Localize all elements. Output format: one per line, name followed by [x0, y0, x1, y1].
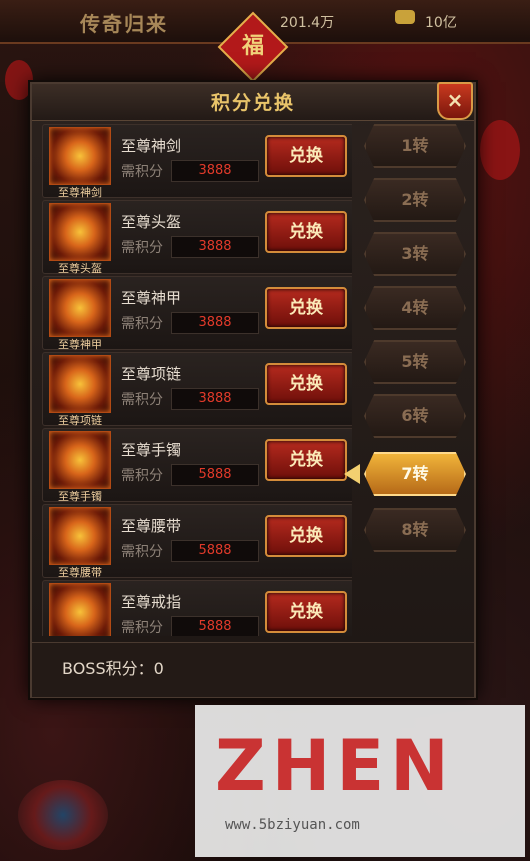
- selected-arrow-icon: [344, 464, 360, 484]
- lantern-decoration: [480, 120, 520, 180]
- item-icon-label: 至尊神甲: [58, 338, 102, 351]
- game-title: 传奇归来: [80, 12, 168, 36]
- tab-rebirth-7[interactable]: 7转: [364, 452, 466, 496]
- reward-list[interactable]: 至尊神剑 至尊神剑 需积分 3888 兑换 至尊头盔 至尊头盔 需积分 3888…: [42, 124, 352, 636]
- cost-value: 5888: [171, 464, 259, 486]
- cost-label: 需积分: [121, 240, 163, 256]
- cost-label: 需积分: [121, 316, 163, 332]
- tab-rebirth-1[interactable]: 1转: [364, 124, 466, 168]
- cost-value: 3888: [171, 160, 259, 182]
- fu-character: 福: [241, 34, 264, 59]
- reward-item: 至尊神剑 至尊神剑 需积分 3888 兑换: [42, 124, 352, 199]
- item-name: 至尊神剑: [121, 137, 182, 155]
- item-name: 至尊头盔: [121, 213, 182, 231]
- exchange-button[interactable]: 兑换: [265, 135, 347, 177]
- reward-item: 至尊项链 至尊项链 需积分 3888 兑换: [42, 352, 352, 427]
- item-name: 至尊手镯: [121, 441, 182, 459]
- cost-label: 需积分: [121, 164, 163, 180]
- tab-rebirth-5[interactable]: 5转: [364, 340, 466, 384]
- exchange-button[interactable]: 兑换: [265, 287, 347, 329]
- item-icon-label: 至尊项链: [58, 414, 102, 427]
- bracelet-item-icon: [49, 431, 111, 489]
- watermark: ZHEN www.5bziyuan.com: [195, 705, 525, 857]
- cost-label: 需积分: [121, 392, 163, 408]
- reward-item: 至尊手镯 至尊手镯 需积分 5888 兑换: [42, 428, 352, 503]
- tab-rebirth-6[interactable]: 6转: [364, 394, 466, 438]
- item-name: 至尊腰带: [121, 517, 182, 535]
- sword-item-icon: [49, 127, 111, 185]
- tab-rebirth-8[interactable]: 8转: [364, 508, 466, 552]
- cost-label: 需积分: [121, 468, 163, 484]
- panel-header: 积分兑换 ×: [32, 82, 474, 121]
- secondary-currency-value: 10亿: [425, 15, 457, 31]
- tab-rebirth-3[interactable]: 3转: [364, 232, 466, 276]
- reward-item: 至尊头盔 至尊头盔 需积分 3888 兑换: [42, 200, 352, 275]
- ring-item-icon: [49, 583, 111, 636]
- watermark-logo: ZHEN: [215, 725, 455, 807]
- exchange-button[interactable]: 兑换: [265, 363, 347, 405]
- item-icon-label: 至尊手镯: [58, 490, 102, 503]
- cost-label: 需积分: [121, 544, 163, 560]
- exchange-button[interactable]: 兑换: [265, 515, 347, 557]
- watermark-url: www.5bziyuan.com: [225, 817, 360, 833]
- gold-ingot-icon: [395, 10, 415, 24]
- reward-item: 至尊戒指 需积分 5888 兑换: [42, 580, 352, 636]
- armor-item-icon: [49, 279, 111, 337]
- taiji-emblem: [18, 780, 108, 850]
- reward-item: 至尊神甲 至尊神甲 需积分 3888 兑换: [42, 276, 352, 351]
- necklace-item-icon: [49, 355, 111, 413]
- item-icon-label: 至尊腰带: [58, 566, 102, 579]
- tab-rebirth-2[interactable]: 2转: [364, 178, 466, 222]
- panel-title: 积分兑换: [210, 92, 295, 114]
- cost-value: 5888: [171, 540, 259, 562]
- cost-label: 需积分: [121, 620, 163, 636]
- cost-value: 3888: [171, 312, 259, 334]
- reward-item: 至尊腰带 至尊腰带 需积分 5888 兑换: [42, 504, 352, 579]
- belt-item-icon: [49, 507, 111, 565]
- panel-footer: BOSS积分：0: [32, 642, 474, 697]
- cost-value: 5888: [171, 616, 259, 636]
- tab-rebirth-4[interactable]: 4转: [364, 286, 466, 330]
- item-icon-label: 至尊神剑: [58, 186, 102, 199]
- helmet-item-icon: [49, 203, 111, 261]
- close-button[interactable]: ×: [437, 82, 473, 120]
- item-name: 至尊戒指: [121, 593, 182, 611]
- boss-points: BOSS积分：0: [62, 659, 164, 678]
- exchange-button[interactable]: 兑换: [265, 211, 347, 253]
- exchange-button[interactable]: 兑换: [265, 439, 347, 481]
- cost-value: 3888: [171, 236, 259, 258]
- points-exchange-panel: 积分兑换 × 至尊神剑 至尊神剑 需积分 3888 兑换 至尊头盔 至尊头盔 需…: [30, 82, 476, 698]
- cost-value: 3888: [171, 388, 259, 410]
- item-icon-label: 至尊头盔: [58, 262, 102, 275]
- item-name: 至尊项链: [121, 365, 182, 383]
- lantern-decoration: [5, 60, 33, 100]
- currency-value: 201.4万: [280, 15, 335, 31]
- item-name: 至尊神甲: [121, 289, 182, 307]
- exchange-button[interactable]: 兑换: [265, 591, 347, 633]
